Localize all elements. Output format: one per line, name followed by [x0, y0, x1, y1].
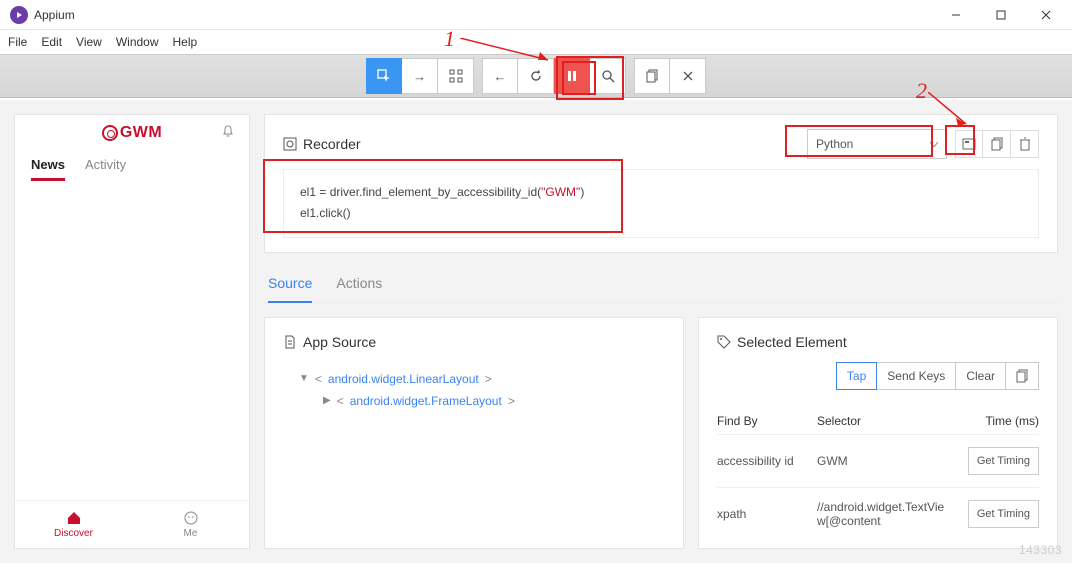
col-selector: Selector: [817, 414, 949, 428]
watermark: 143303: [1019, 543, 1062, 557]
copy-attributes-button[interactable]: [1006, 362, 1039, 390]
workspace: GWM News Activity Discover Me: [0, 100, 1072, 563]
window-minimize[interactable]: [933, 0, 978, 30]
get-timing-button[interactable]: Get Timing: [968, 500, 1039, 528]
chevron-down-icon: [930, 142, 938, 147]
tree-node-framelayout[interactable]: ▶ <android.widget.FrameLayout>: [323, 390, 665, 412]
inspector-tabs: Source Actions: [264, 267, 1058, 303]
menu-view[interactable]: View: [76, 35, 102, 49]
selected-element-title: Selected Element: [717, 334, 1039, 350]
tag-icon: [717, 335, 731, 349]
app-title: Appium: [34, 8, 75, 22]
selector-row: xpath //android.widget.TextView[@content…: [717, 487, 1039, 540]
selected-element-card: Selected Element Tap Send Keys Clear Fin…: [698, 317, 1058, 549]
get-timing-button[interactable]: Get Timing: [968, 447, 1039, 475]
gwm-logo: GWM: [102, 124, 162, 142]
menubar: File Edit View Window Help: [0, 30, 1072, 54]
menu-window[interactable]: Window: [116, 35, 159, 49]
bell-icon[interactable]: [221, 125, 235, 139]
home-icon: [66, 510, 82, 526]
caret-right-icon: ▶: [323, 395, 331, 406]
device-nav-discover[interactable]: Discover: [15, 501, 132, 548]
menu-edit[interactable]: Edit: [41, 35, 62, 49]
record-icon: [283, 137, 297, 151]
app-source-card: App Source ▼ <android.widget.LinearLayou…: [264, 317, 684, 549]
tree-node-linearlayout[interactable]: ▼ <android.widget.LinearLayout>: [299, 368, 665, 390]
toolbar-refresh-button[interactable]: [518, 58, 554, 94]
app-icon: [10, 6, 28, 24]
window-close[interactable]: [1023, 0, 1068, 30]
device-tab-activity[interactable]: Activity: [85, 157, 126, 181]
source-tree: ▼ <android.widget.LinearLayout> ▶ <andro…: [283, 368, 665, 412]
selector-row: accessibility id GWM Get Timing: [717, 434, 1039, 487]
window-maximize[interactable]: [978, 0, 1023, 30]
recorded-code: el1 = driver.find_element_by_accessibili…: [283, 169, 1039, 238]
language-select[interactable]: Python: [807, 129, 947, 159]
toolbar-quit-button[interactable]: [670, 58, 706, 94]
toolbar-record-pause-button[interactable]: [554, 58, 590, 94]
device-header: GWM: [15, 115, 249, 151]
device-nav-me[interactable]: Me: [132, 501, 249, 548]
inspector-body: App Source ▼ <android.widget.LinearLayou…: [264, 317, 1058, 549]
recorder-title: Recorder: [283, 136, 361, 152]
col-time: Time (ms): [949, 414, 1039, 428]
right-column: Recorder Python: [264, 114, 1058, 549]
toolbar-select-elements-button[interactable]: [366, 58, 402, 94]
toolbar-swipe-button[interactable]: →: [402, 58, 438, 94]
app-source-title: App Source: [283, 334, 665, 350]
face-icon: [183, 510, 199, 526]
menu-help[interactable]: Help: [173, 35, 198, 49]
tab-actions[interactable]: Actions: [336, 267, 382, 302]
device-preview-panel: GWM News Activity Discover Me: [14, 114, 250, 549]
caret-down-icon: ▼: [299, 373, 309, 384]
file-icon: [283, 335, 297, 349]
tab-source[interactable]: Source: [268, 267, 312, 303]
clear-recording-button[interactable]: [1011, 130, 1039, 158]
device-bottom-nav: Discover Me: [15, 500, 249, 548]
gwm-logo-icon: [102, 125, 118, 141]
toolbar-back-button[interactable]: ←: [482, 58, 518, 94]
show-boilerplate-button[interactable]: [955, 130, 983, 158]
send-keys-button[interactable]: Send Keys: [877, 362, 956, 390]
toolbar-tap-coords-button[interactable]: [438, 58, 474, 94]
col-findby: Find By: [717, 414, 817, 428]
gwm-logo-text: GWM: [120, 124, 162, 142]
titlebar: Appium: [0, 0, 1072, 30]
tap-button[interactable]: Tap: [836, 362, 877, 390]
clear-button[interactable]: Clear: [956, 362, 1006, 390]
selector-table: Find By Selector Time (ms) accessibility…: [717, 408, 1039, 540]
menu-file[interactable]: File: [8, 35, 27, 49]
recorder-card: Recorder Python: [264, 114, 1058, 253]
copy-code-button[interactable]: [983, 130, 1011, 158]
toolbar: → ←: [0, 54, 1072, 98]
toolbar-copy-xml-button[interactable]: [634, 58, 670, 94]
device-tab-news[interactable]: News: [31, 157, 65, 181]
toolbar-search-button[interactable]: [590, 58, 626, 94]
device-tabs: News Activity: [15, 151, 249, 181]
